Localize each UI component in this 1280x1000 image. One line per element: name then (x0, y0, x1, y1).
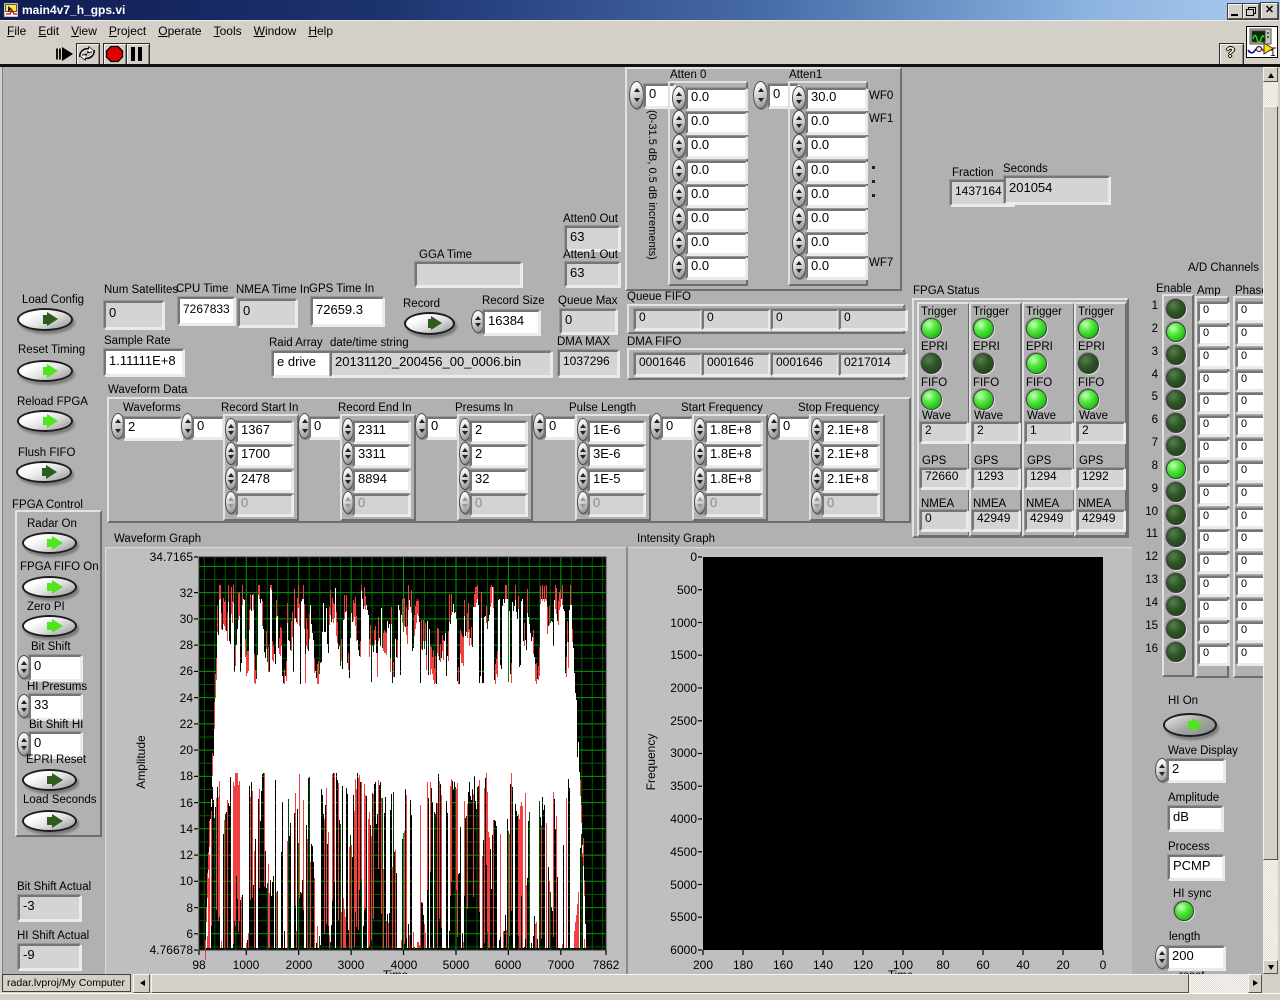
svg-text:1000: 1000 (233, 958, 260, 972)
svg-text:16: 16 (180, 796, 194, 810)
svg-text:5500: 5500 (670, 910, 697, 924)
svg-text:3000: 3000 (338, 958, 365, 972)
svg-text:10: 10 (180, 874, 194, 888)
svg-text:18: 18 (180, 769, 194, 783)
svg-text:6000: 6000 (495, 958, 522, 972)
svg-text:500: 500 (677, 583, 697, 597)
svg-text:1000: 1000 (670, 616, 697, 630)
svg-text:6000: 6000 (670, 943, 697, 957)
svg-text:7862: 7862 (593, 958, 620, 972)
svg-text:60: 60 (976, 958, 990, 972)
svg-text:6: 6 (186, 927, 193, 941)
svg-text:22: 22 (180, 717, 194, 731)
svg-text:1: 1 (1270, 48, 1276, 58)
svg-text:7000: 7000 (548, 958, 575, 972)
svg-text:40: 40 (1016, 958, 1030, 972)
svg-text:1500: 1500 (670, 648, 697, 662)
svg-text:3500: 3500 (670, 779, 697, 793)
svg-text:5000: 5000 (443, 958, 470, 972)
svg-text:20: 20 (180, 743, 194, 757)
svg-text:80: 80 (936, 958, 950, 972)
svg-text:0: 0 (690, 550, 697, 564)
svg-text:30: 30 (180, 612, 194, 626)
svg-text:Amplitude: Amplitude (134, 735, 148, 789)
svg-text:120: 120 (853, 958, 873, 972)
svg-text:26: 26 (180, 664, 194, 678)
svg-text:34.7165: 34.7165 (150, 550, 194, 564)
svg-text:3000: 3000 (670, 746, 697, 760)
svg-text:28: 28 (180, 638, 194, 652)
svg-text:14: 14 (180, 822, 194, 836)
svg-text:24: 24 (180, 691, 194, 705)
svg-text:4.76678: 4.76678 (150, 943, 194, 957)
svg-text:2500: 2500 (670, 714, 697, 728)
svg-text:20: 20 (1056, 958, 1070, 972)
svg-text:2000: 2000 (670, 681, 697, 695)
svg-text:Frequency: Frequency (644, 734, 658, 791)
svg-text:160: 160 (773, 958, 793, 972)
svg-text:98: 98 (192, 958, 206, 972)
svg-text:0: 0 (1100, 958, 1107, 972)
svg-text:5000: 5000 (670, 878, 697, 892)
svg-text:32: 32 (180, 586, 194, 600)
svg-text:2000: 2000 (286, 958, 313, 972)
svg-text:4000: 4000 (670, 812, 697, 826)
svg-text:140: 140 (813, 958, 833, 972)
svg-text:8: 8 (186, 901, 193, 915)
svg-text:4500: 4500 (670, 845, 697, 859)
svg-text:180: 180 (733, 958, 753, 972)
svg-text:200: 200 (693, 958, 713, 972)
svg-text:12: 12 (180, 848, 194, 862)
